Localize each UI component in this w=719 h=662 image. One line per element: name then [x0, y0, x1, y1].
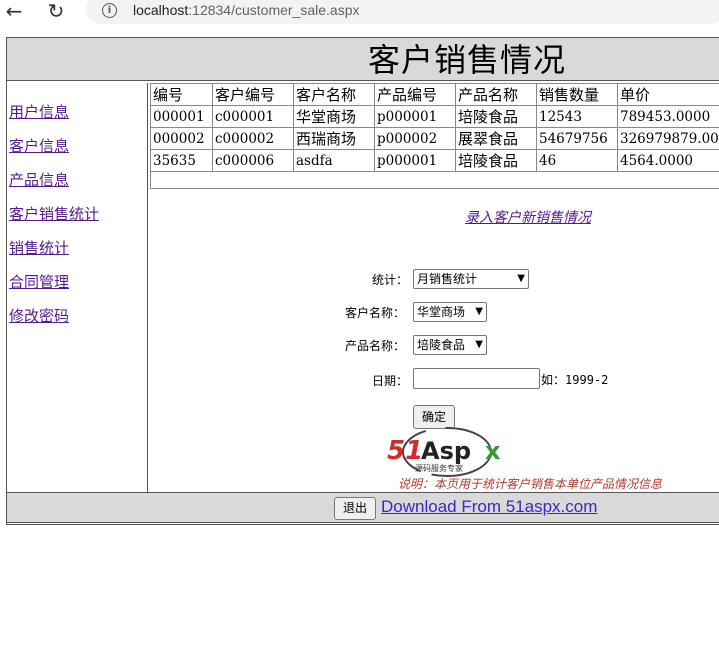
browser-toolbar: ← ↻ i localhost:12834/customer_sale.aspx: [0, 0, 719, 29]
cell-unit-price: 326979879.0000: [617, 127, 719, 150]
svg-text:51: 51: [387, 436, 423, 466]
chevron-down-icon: ▼: [517, 273, 525, 284]
date-hint: 如：1999-2: [541, 371, 608, 388]
sidebar-item-users[interactable]: 用户信息: [9, 101, 69, 122]
date-hint-value: 1999-2: [565, 373, 609, 387]
col-header-quantity: 销售数量: [536, 83, 618, 106]
cell-product-id: p000002: [374, 127, 456, 150]
svg-text:x: x: [485, 437, 501, 465]
sidebar-item-change-password[interactable]: 修改密码: [9, 305, 69, 326]
product-name-label: 产品名称：: [345, 339, 406, 353]
stat-select-value: 月销售统计: [417, 272, 478, 286]
col-header-customer-id: 客户编号: [212, 83, 294, 106]
stat-select[interactable]: 月销售统计 ▼: [413, 269, 529, 289]
col-header-product-name: 产品名称: [455, 83, 537, 106]
sidebar-item-customers[interactable]: 客户信息: [9, 135, 69, 156]
table-empty-row: [150, 169, 719, 189]
page-title: 客户销售情况: [368, 41, 567, 79]
cell-id: 000002: [150, 127, 213, 150]
usage-note: 说明：本页用于统计客户销售本单位产品情况信息: [398, 477, 663, 491]
exit-button[interactable]: 退出: [334, 497, 376, 520]
stat-label: 统计：: [372, 273, 409, 287]
download-link[interactable]: Download From 51aspx.com: [381, 497, 597, 517]
date-label: 日期：: [372, 374, 409, 388]
site-info-icon[interactable]: i: [102, 3, 117, 18]
date-hint-prefix: 如：: [541, 373, 566, 387]
svg-text:Asp: Asp: [421, 437, 471, 465]
product-name-select[interactable]: 培陵食品 ▼: [413, 335, 487, 355]
cell-product-id: p000001: [374, 105, 456, 128]
col-header-customer-name: 客户名称: [293, 83, 375, 106]
url-path: :12834/customer_sale.aspx: [188, 2, 360, 18]
cell-product-name: 展翠食品: [455, 127, 537, 150]
cell-unit-price: 789453.0000: [617, 105, 719, 128]
sidebar-item-products[interactable]: 产品信息: [9, 169, 69, 190]
svg-text:源码服务专家: 源码服务专家: [415, 463, 463, 473]
cell-quantity: 54679756: [536, 127, 618, 150]
sidebar-item-contracts[interactable]: 合同管理: [9, 271, 69, 292]
sidebar-item-sales-stats[interactable]: 销售统计: [9, 237, 69, 258]
customer-name-select[interactable]: 华堂商场 ▼: [413, 302, 487, 322]
product-name-select-value: 培陵食品: [417, 338, 466, 352]
cell-customer-name: 华堂商场: [293, 105, 375, 128]
table-row: 000001 c000001 华堂商场 p000001 培陵食品 12543 7…: [150, 105, 719, 128]
chevron-down-icon: ▼: [475, 339, 483, 350]
back-arrow-icon[interactable]: ←: [3, 1, 25, 23]
cell-quantity: 12543: [536, 105, 618, 128]
url-text[interactable]: localhost:12834/customer_sale.aspx: [133, 2, 359, 18]
reload-icon[interactable]: ↻: [45, 1, 67, 23]
url-host: localhost: [133, 2, 189, 18]
customer-name-select-value: 华堂商场: [417, 305, 466, 319]
table-row: 000002 c000002 西瑞商场 p000002 展翠食品 5467975…: [150, 127, 719, 150]
date-input[interactable]: [413, 368, 540, 389]
cell-customer-id: c000002: [212, 127, 294, 150]
cell-id: 000001: [150, 105, 213, 128]
cell-customer-name: 西瑞商场: [293, 127, 375, 150]
customer-name-label: 客户名称：: [345, 306, 406, 320]
col-header-product-id: 产品编号: [374, 83, 456, 106]
col-header-unit-price: 单价: [617, 83, 719, 106]
col-header-id: 编号: [150, 83, 213, 106]
sales-table: 编号 客户编号 客户名称 产品编号 产品名称 销售数量 单价 000001 c0…: [150, 83, 719, 172]
chevron-down-icon: ▼: [475, 306, 483, 317]
header-bar: [6, 37, 719, 81]
sidebar-item-customer-sales-stats[interactable]: 客户销售统计: [9, 203, 99, 224]
51aspx-logo: 51 Asp x 源码服务专家: [385, 426, 515, 482]
cell-product-name: 培陵食品: [455, 105, 537, 128]
cell-customer-id: c000001: [212, 105, 294, 128]
add-customer-sale-link[interactable]: 录入客户新销售情况: [465, 207, 591, 227]
table-header-row: 编号 客户编号 客户名称 产品编号 产品名称 销售数量 单价: [150, 83, 719, 106]
